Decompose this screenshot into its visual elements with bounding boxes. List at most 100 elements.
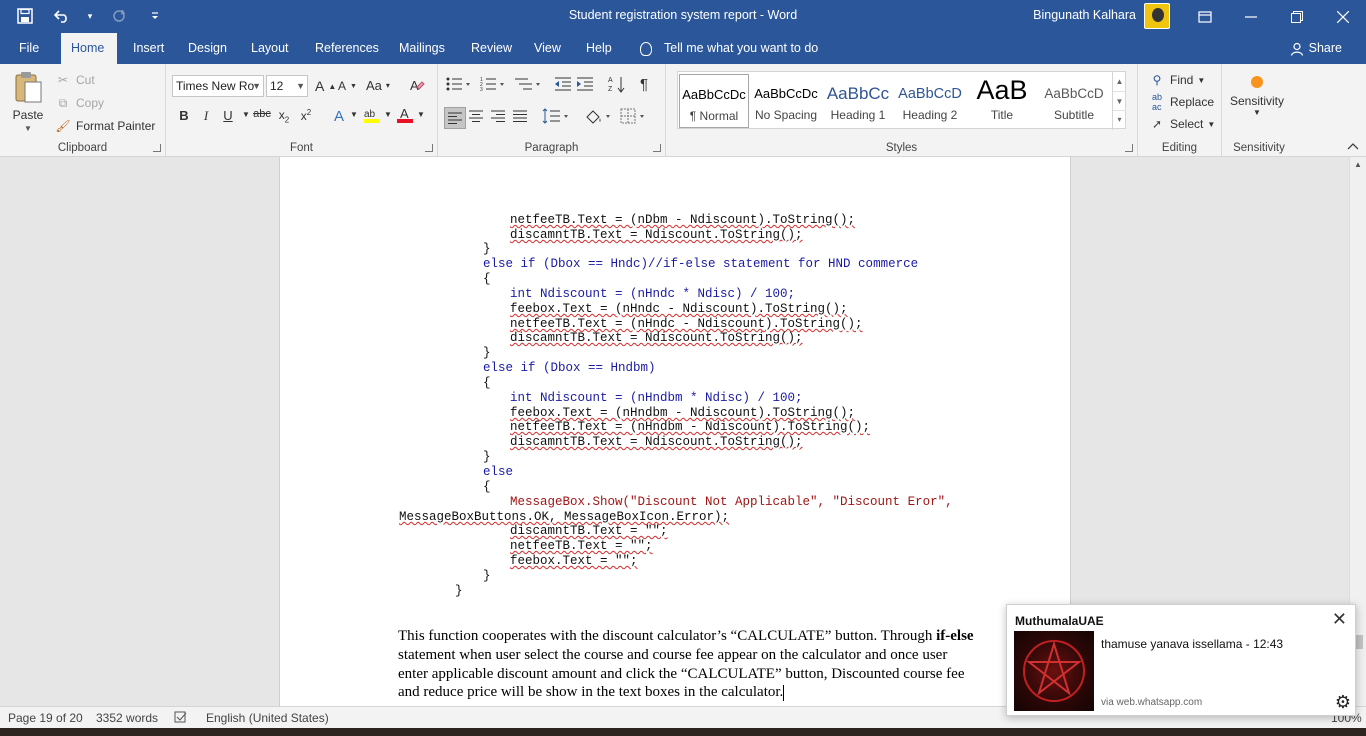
ribbon-display-options-button[interactable] xyxy=(1182,0,1228,33)
tab-home[interactable]: Home xyxy=(61,33,117,64)
font-family-value: Times New Ro xyxy=(176,79,255,93)
tab-references[interactable]: References xyxy=(305,33,389,64)
notification-image xyxy=(1014,631,1094,711)
paragraph-launcher-icon[interactable] xyxy=(653,144,661,152)
sensitivity-button[interactable]: Sensitivity ▼ xyxy=(1230,76,1284,117)
italic-icon[interactable]: I xyxy=(196,108,216,126)
chevron-down-icon[interactable]: ▼ xyxy=(296,76,305,96)
tab-help[interactable]: Help xyxy=(576,33,622,64)
grow-font-icon[interactable]: A ▲ xyxy=(315,78,336,94)
multilevel-list-icon[interactable] xyxy=(514,76,542,92)
tab-mailings[interactable]: Mailings xyxy=(389,33,455,64)
styles-more-icon[interactable]: ▾ xyxy=(1113,110,1126,128)
align-right-icon[interactable] xyxy=(491,110,505,122)
clear-formatting-icon[interactable]: A xyxy=(409,77,425,93)
bold-icon[interactable]: B xyxy=(174,108,194,126)
borders-icon[interactable] xyxy=(620,108,648,124)
notification-toast[interactable]: MuthumalaUAE ✕ thamuse yanava issellama … xyxy=(1006,604,1356,716)
align-left-icon[interactable] xyxy=(444,107,466,129)
document-page[interactable]: netfeeTB.Text = (nDbm - Ndiscount).ToStr… xyxy=(279,157,1071,706)
bullets-icon[interactable] xyxy=(446,76,472,92)
code-line: } xyxy=(483,346,491,360)
tab-review[interactable]: Review xyxy=(461,33,522,64)
superscript-icon[interactable]: x2 xyxy=(296,108,316,126)
body-paragraph[interactable]: This function cooperates with the discou… xyxy=(398,627,978,702)
tab-design[interactable]: Design xyxy=(178,33,237,64)
styles-gallery: AaBbCcDc ¶ Normal AaBbCcDc No Spacing Aa… xyxy=(677,71,1126,130)
shrink-font-icon[interactable]: A ▼ xyxy=(338,79,357,93)
font-size-box[interactable]: 12 ▼ xyxy=(266,75,308,97)
font-family-box[interactable]: Times New Ro ▼ xyxy=(172,75,264,97)
shading-icon[interactable] xyxy=(584,108,612,124)
paintbrush-icon: 🖌 xyxy=(55,119,71,133)
share-label: Share xyxy=(1308,41,1342,55)
sensitivity-group-label: Sensitivity xyxy=(1233,142,1285,154)
styles-scroll: ▲ ▼ ▾ xyxy=(1112,72,1126,130)
tab-view[interactable]: View xyxy=(524,33,571,64)
tell-me-search[interactable]: Tell me what you want to do xyxy=(640,33,818,64)
decrease-indent-icon[interactable] xyxy=(554,76,572,92)
tab-file[interactable]: File xyxy=(9,33,49,64)
style-subtitle[interactable]: AaBbCcD Subtitle xyxy=(1039,74,1109,128)
collapse-ribbon-icon[interactable] xyxy=(1347,142,1359,150)
minimize-button[interactable] xyxy=(1228,0,1274,33)
text-effects-dropdown-icon[interactable]: ▼ xyxy=(344,110,364,128)
styles-launcher-icon[interactable] xyxy=(1125,144,1133,152)
line-spacing-icon[interactable] xyxy=(542,108,570,124)
increase-indent-icon[interactable] xyxy=(576,76,594,92)
style-title[interactable]: AaB Title xyxy=(967,74,1037,128)
paste-button[interactable]: Paste ▼ xyxy=(12,70,44,133)
replace-button[interactable]: ab ac Replace xyxy=(1148,92,1214,112)
chevron-up-icon[interactable]: ▲ xyxy=(1350,157,1366,169)
gear-icon[interactable]: ⚙ xyxy=(1335,692,1351,713)
strikethrough-icon[interactable]: abc xyxy=(252,108,272,126)
svg-text:3: 3 xyxy=(480,87,483,92)
proofing-icon[interactable] xyxy=(174,711,188,726)
justify-icon[interactable] xyxy=(513,110,527,122)
editing-group: ⚲ Find ▼ ab ac Replace ➚ Select ▼ Editing xyxy=(1138,64,1222,157)
avatar[interactable] xyxy=(1144,3,1170,29)
user-name[interactable]: Bingunath Kalhara xyxy=(1033,8,1136,22)
find-button[interactable]: ⚲ Find ▼ xyxy=(1148,71,1206,89)
change-case-icon[interactable]: Aa ▾ xyxy=(366,78,390,93)
chevron-up-icon[interactable]: ▲ xyxy=(1113,72,1126,91)
copy-button[interactable]: ⧉ Copy xyxy=(54,94,104,112)
close-icon[interactable]: ✕ xyxy=(1332,609,1347,630)
code-line: MessageBox.Show("Discount Not Applicable… xyxy=(510,495,953,509)
language[interactable]: English (United States) xyxy=(206,711,329,725)
select-label: Select xyxy=(1170,117,1204,131)
restore-button[interactable] xyxy=(1274,0,1320,33)
clipboard-launcher-icon[interactable] xyxy=(153,144,161,152)
tab-insert[interactable]: Insert xyxy=(123,33,174,64)
chevron-down-icon[interactable]: ▼ xyxy=(252,76,261,96)
tell-me-label: Tell me what you want to do xyxy=(664,41,819,55)
style-normal[interactable]: AaBbCcDc ¶ Normal xyxy=(679,74,749,128)
format-painter-button[interactable]: 🖌 Format Painter xyxy=(54,117,155,135)
select-button[interactable]: ➚ Select ▼ xyxy=(1148,115,1215,133)
sort-icon[interactable]: AZ xyxy=(608,75,626,93)
show-formatting-marks-icon[interactable]: ¶ xyxy=(640,76,648,93)
style-name: No Spacing xyxy=(754,108,818,122)
style-heading-2[interactable]: AaBbCcD Heading 2 xyxy=(895,74,965,128)
subscript-icon[interactable]: x2 xyxy=(274,108,294,126)
underline-icon[interactable]: U xyxy=(218,108,238,126)
clipboard-group-label: Clipboard xyxy=(57,142,108,154)
font-launcher-icon[interactable] xyxy=(425,144,433,152)
word-count[interactable]: 3352 words xyxy=(96,711,158,725)
tab-layout[interactable]: Layout xyxy=(241,33,299,64)
chevron-down-icon[interactable]: ▼ xyxy=(1113,91,1126,110)
svg-text:A: A xyxy=(608,77,613,84)
style-heading-1[interactable]: AaBbCc Heading 1 xyxy=(823,74,893,128)
close-button[interactable] xyxy=(1320,0,1366,33)
sensitivity-label: Sensitivity xyxy=(1230,94,1285,108)
code-line: feebox.Text = (nHndc - Ndiscount).ToStri… xyxy=(510,302,848,316)
font-color-dropdown-icon[interactable]: ▼ xyxy=(411,110,431,128)
code-line: } xyxy=(483,569,491,583)
paste-dropdown-icon[interactable]: ▼ xyxy=(24,124,32,133)
page-count[interactable]: Page 19 of 20 xyxy=(8,711,83,725)
numbering-icon[interactable]: 123 xyxy=(480,76,506,92)
cut-button[interactable]: ✂ Cut xyxy=(54,71,95,89)
share-button[interactable]: Share xyxy=(1290,33,1342,64)
style-no-spacing[interactable]: AaBbCcDc No Spacing xyxy=(751,74,821,128)
align-center-icon[interactable] xyxy=(469,110,483,122)
